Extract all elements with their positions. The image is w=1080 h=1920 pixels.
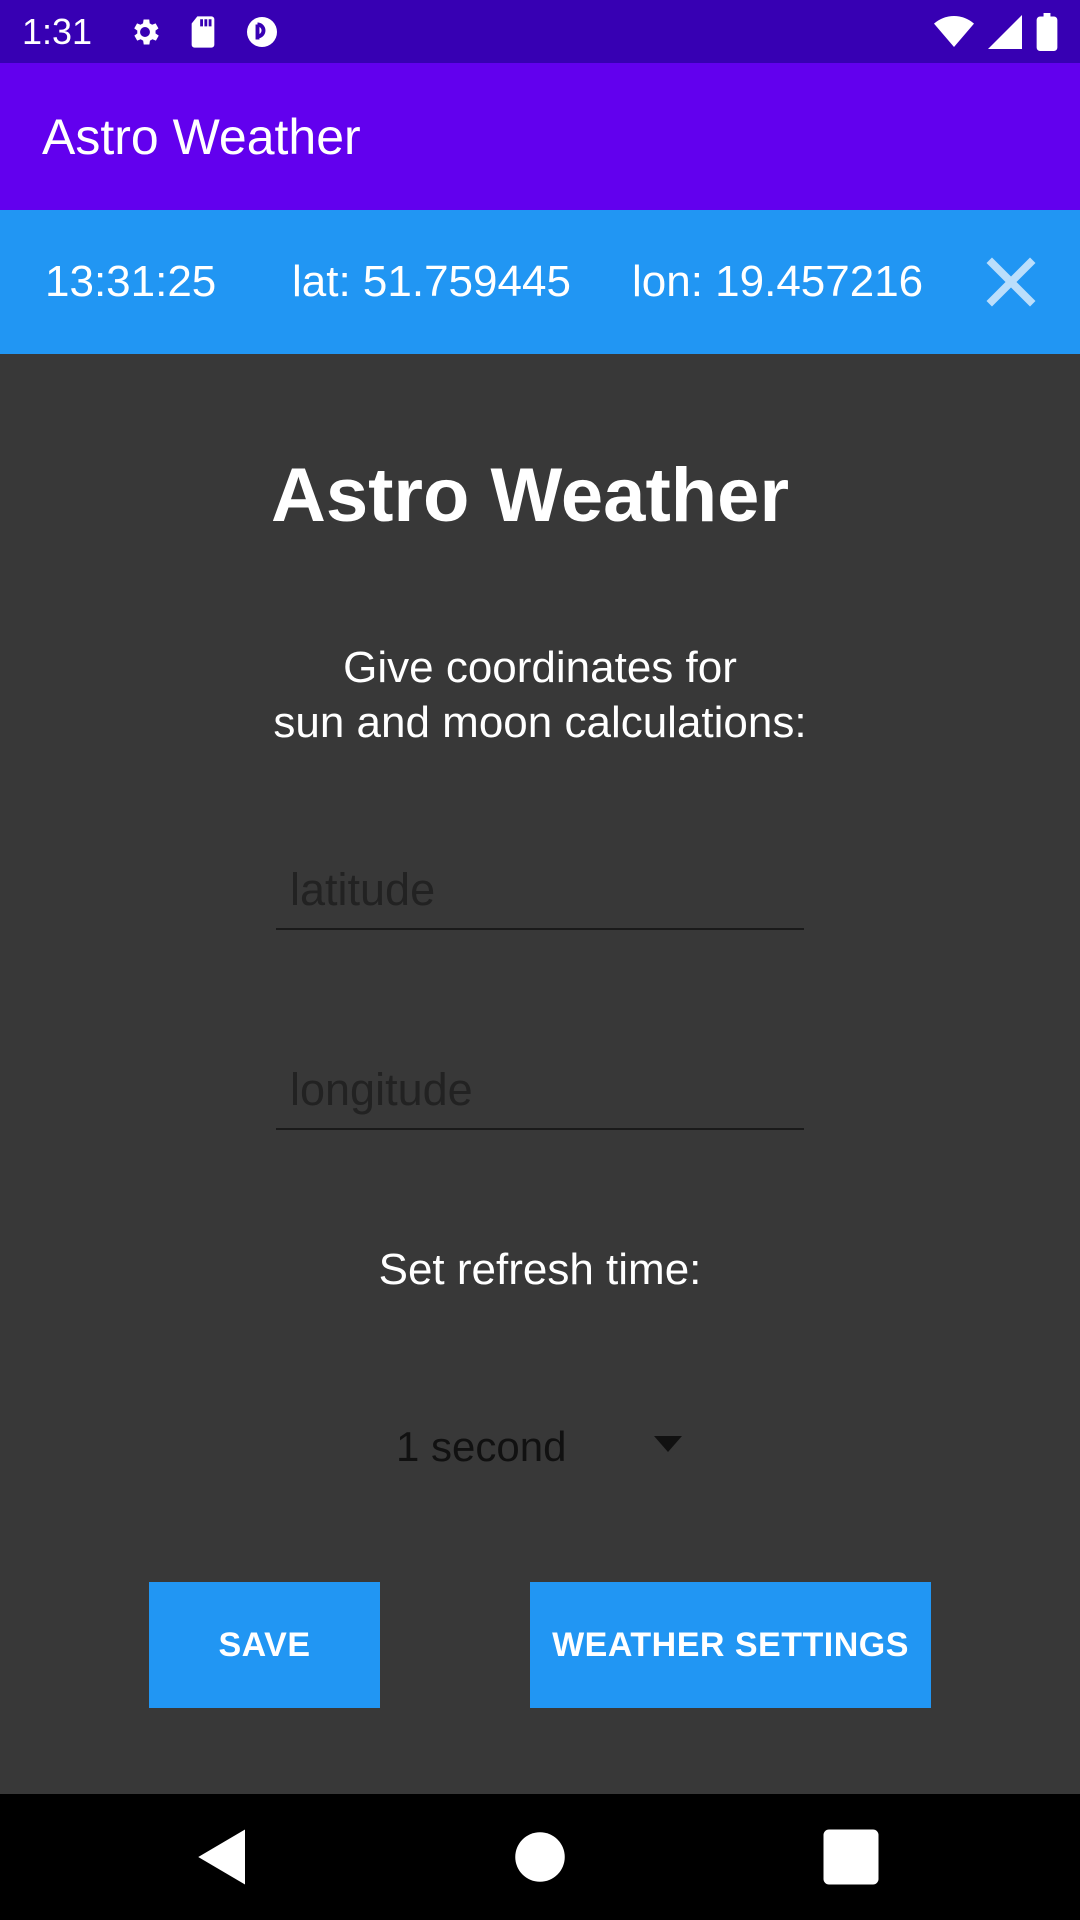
refresh-time-selected: 1 second bbox=[396, 1423, 567, 1470]
status-icons-left bbox=[128, 14, 280, 50]
dropdown-arrow-icon bbox=[654, 1436, 682, 1452]
battery-icon bbox=[1036, 12, 1058, 51]
instructions-text: Give coordinates for sun and moon calcul… bbox=[0, 640, 1080, 750]
longitude-input[interactable] bbox=[276, 1058, 804, 1130]
instructions-line-2: sun and moon calculations: bbox=[273, 698, 807, 747]
latitude-readout: lat: 51.759445 bbox=[292, 257, 571, 306]
navigation-bar bbox=[0, 1794, 1080, 1920]
info-strip: 13:31:25 lat: 51.759445 lon: 19.457216 bbox=[0, 210, 1080, 354]
back-icon[interactable] bbox=[190, 1824, 256, 1890]
app-bar-title: Astro Weather bbox=[42, 108, 361, 165]
wifi-icon bbox=[934, 15, 974, 47]
home-icon[interactable] bbox=[507, 1824, 573, 1890]
save-button[interactable]: SAVE bbox=[149, 1582, 380, 1708]
latitude-input[interactable] bbox=[276, 858, 804, 930]
settings-icon bbox=[134, 19, 159, 44]
weather-settings-button[interactable]: WEATHER SETTINGS bbox=[530, 1582, 931, 1708]
app-notification-icon bbox=[247, 16, 278, 47]
longitude-readout: lon: 19.457216 bbox=[632, 257, 924, 306]
page-title: Astro Weather bbox=[270, 453, 790, 538]
recents-icon[interactable] bbox=[818, 1824, 884, 1890]
screen: 1:31 Astro Weather 13:31:25 lat: 51.7594… bbox=[0, 0, 1080, 1920]
app-bar: Astro Weather bbox=[0, 63, 1080, 210]
current-time: 13:31:25 bbox=[45, 257, 217, 306]
sd-card-icon bbox=[191, 15, 215, 48]
refresh-time-label: Set refresh time: bbox=[378, 1245, 702, 1294]
status-icons-right bbox=[934, 12, 1058, 51]
status-time: 1:31 bbox=[22, 10, 93, 52]
status-bar: 1:31 bbox=[0, 0, 1080, 63]
close-icon[interactable] bbox=[982, 253, 1040, 311]
refresh-time-dropdown[interactable]: 1 second bbox=[396, 1412, 696, 1482]
instructions-line-1: Give coordinates for bbox=[343, 643, 737, 692]
signal-icon bbox=[988, 14, 1022, 49]
